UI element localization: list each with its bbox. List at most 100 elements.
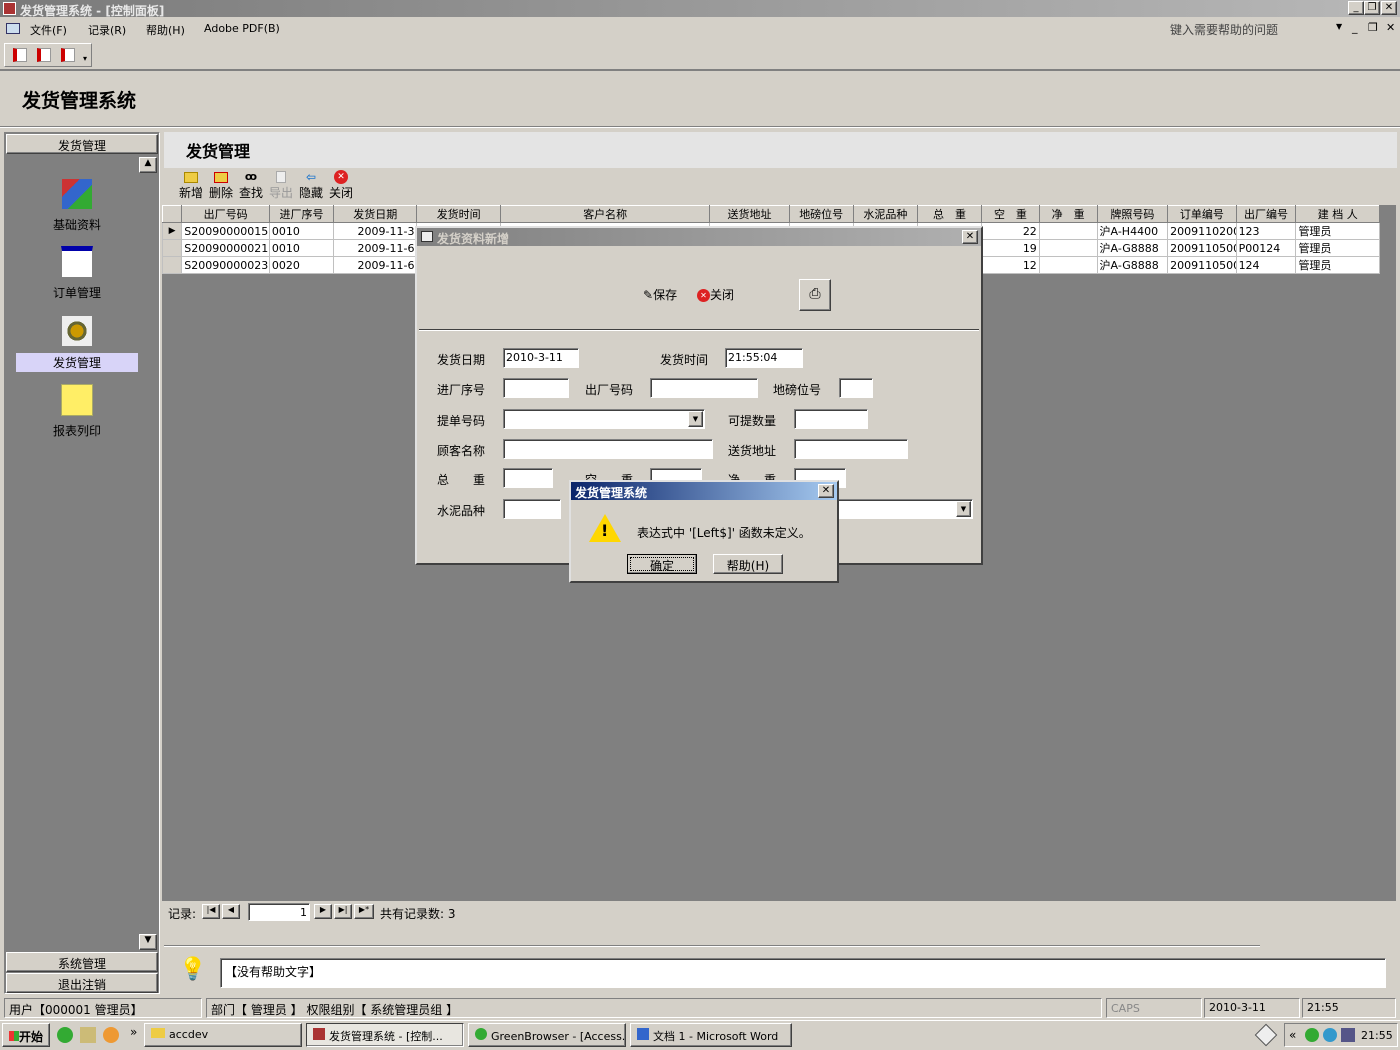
qty-field[interactable]	[794, 409, 868, 429]
form-close-button[interactable]: ✕ 关闭	[697, 286, 734, 303]
mdi-restore-button[interactable]: ❐	[1368, 21, 1378, 34]
table-cell[interactable]	[1038, 239, 1098, 257]
table-cell[interactable]: 0020	[268, 256, 335, 274]
last-record-button[interactable]: ▶|	[334, 904, 352, 919]
row-selector[interactable]	[161, 239, 183, 257]
hide-button[interactable]: ⇦ 隐藏	[298, 170, 324, 201]
menu-help[interactable]: 帮助(H)	[146, 22, 185, 38]
quicklaunch-browser-icon[interactable]	[57, 1027, 73, 1043]
table-cell[interactable]: 123	[1235, 222, 1297, 240]
print-button[interactable]: ⎙	[799, 279, 831, 311]
taskbar-item-greenbrowser[interactable]: GreenBrowser - [Access...	[468, 1023, 626, 1047]
column-header[interactable]: 建 档 人	[1295, 205, 1380, 223]
taskbar-item-word[interactable]: 文档 1 - Microsoft Word	[630, 1023, 792, 1047]
table-cell[interactable]: 19	[981, 239, 1040, 257]
alert-close-button[interactable]: ✕	[818, 484, 834, 498]
help-search-input[interactable]: 键入需要帮助的问题	[1170, 21, 1278, 38]
column-header[interactable]: 净 重	[1038, 205, 1098, 223]
alert-help-button[interactable]: 帮助(H)	[713, 554, 783, 574]
export-button[interactable]: 导出	[268, 170, 294, 201]
ship-time-field[interactable]: 21:55:04	[725, 348, 803, 368]
toolbar-options-icon[interactable]: ▾	[83, 54, 87, 63]
doc-menu-icon[interactable]	[6, 23, 20, 34]
column-header[interactable]: 出厂编号	[1235, 205, 1297, 223]
table-cell[interactable]	[1038, 256, 1098, 274]
sidebar-item-basic-data[interactable]: 基础资料	[12, 178, 142, 233]
close-window-button[interactable]: ✕	[1381, 1, 1397, 15]
table-cell[interactable]: S20090000015	[181, 222, 270, 240]
sidebar-tab-logout[interactable]: 退出注销	[6, 973, 158, 993]
column-header[interactable]: 牌照号码	[1096, 205, 1169, 223]
tray-display-icon[interactable]	[1341, 1028, 1355, 1042]
column-header[interactable]: 发货日期	[333, 205, 418, 223]
record-number-input[interactable]: 1	[248, 903, 310, 921]
delete-button[interactable]: 删除	[208, 170, 234, 201]
sidebar-item-reports[interactable]: 报表列印	[12, 384, 142, 439]
table-cell[interactable]: 0010	[268, 239, 335, 257]
mdi-close-button[interactable]: ✕	[1386, 21, 1395, 34]
bill-no-combo[interactable]	[503, 409, 705, 429]
sidebar-tab-system[interactable]: 系统管理	[6, 952, 158, 972]
start-button[interactable]: 开始	[2, 1023, 50, 1047]
table-cell[interactable]	[1038, 222, 1098, 240]
next-record-button[interactable]: ▶	[314, 904, 332, 919]
column-header[interactable]: 送货地址	[709, 205, 790, 223]
quicklaunch-app2-icon[interactable]	[103, 1027, 119, 1043]
in-seq-field[interactable]	[503, 378, 569, 398]
column-header[interactable]: 水泥品种	[852, 205, 918, 223]
pdf-review-icon[interactable]	[61, 48, 75, 62]
cement-field[interactable]	[503, 499, 561, 519]
mdi-minimize-button[interactable]: _	[1352, 21, 1358, 34]
table-cell[interactable]: 管理员	[1295, 239, 1380, 257]
address-field[interactable]	[794, 439, 908, 459]
help-search-dropdown-icon[interactable]: ▼	[1336, 22, 1342, 31]
sidebar-scroll-down-button[interactable]: ▼	[139, 934, 157, 950]
maximize-button[interactable]: ❐	[1364, 1, 1380, 15]
bill-no-dropdown-icon[interactable]: ▼	[688, 411, 703, 427]
tray-browser-icon[interactable]	[1305, 1028, 1319, 1042]
table-cell[interactable]: 2009-11-6	[333, 239, 418, 257]
table-cell[interactable]: S20090000023	[181, 256, 270, 274]
table-cell[interactable]: 0010	[268, 222, 335, 240]
scale-field[interactable]	[839, 378, 873, 398]
sidebar-item-orders[interactable]: 订单管理	[12, 246, 142, 301]
quicklaunch-more-icon[interactable]: »	[130, 1025, 137, 1039]
table-cell[interactable]: P00124	[1235, 239, 1297, 257]
column-header[interactable]: 出厂号码	[181, 205, 270, 223]
table-cell[interactable]: 2009-11-3	[333, 222, 418, 240]
column-header[interactable]: 空 重	[981, 205, 1040, 223]
table-cell[interactable]: 沪A-H4400	[1096, 222, 1169, 240]
new-button[interactable]: 新增	[178, 170, 204, 201]
quicklaunch-app-icon[interactable]	[80, 1027, 96, 1043]
current-row-indicator-icon[interactable]: ▶	[161, 222, 183, 240]
cement-combo[interactable]	[837, 499, 973, 519]
row-selector[interactable]	[161, 256, 183, 274]
find-button[interactable]: ꝏ 查找	[238, 170, 264, 201]
out-no-field[interactable]	[650, 378, 758, 398]
table-cell[interactable]: 200911020001	[1167, 222, 1237, 240]
table-cell[interactable]: 管理员	[1295, 256, 1380, 274]
table-cell[interactable]: 沪A-G8888	[1096, 239, 1169, 257]
customer-field[interactable]	[503, 439, 713, 459]
sidebar-item-shipping[interactable]: 发货管理	[12, 315, 142, 372]
minimize-button[interactable]: _	[1348, 1, 1364, 15]
sidebar-scroll-up-button[interactable]: ▲	[139, 157, 157, 173]
dialog-close-button[interactable]: ✕	[962, 230, 978, 244]
close-panel-button[interactable]: ✕ 关闭	[328, 170, 354, 201]
taskbar-item-shipping-system[interactable]: 发货管理系统 - [控制...	[306, 1023, 464, 1047]
tray-expand-icon[interactable]: «	[1289, 1028, 1296, 1042]
column-header[interactable]: 发货时间	[416, 205, 501, 223]
table-cell[interactable]: 200911050002	[1167, 256, 1237, 274]
sidebar-tab-shipping[interactable]: 发货管理	[6, 134, 158, 154]
first-record-button[interactable]: |◀	[202, 904, 220, 919]
column-header[interactable]: 订单编号	[1167, 205, 1237, 223]
save-button[interactable]: ✎保存	[643, 286, 677, 303]
menu-adobe-pdf[interactable]: Adobe PDF(B)	[204, 22, 280, 35]
ship-date-field[interactable]: 2010-3-11	[503, 348, 579, 368]
pdf-convert-icon[interactable]	[13, 48, 27, 62]
table-cell[interactable]: 2009-11-6	[333, 256, 418, 274]
column-header[interactable]: 进厂序号	[268, 205, 335, 223]
cement-dropdown-icon[interactable]: ▼	[956, 501, 971, 517]
table-cell[interactable]: 200911050002	[1167, 239, 1237, 257]
gross-field[interactable]	[503, 468, 553, 488]
